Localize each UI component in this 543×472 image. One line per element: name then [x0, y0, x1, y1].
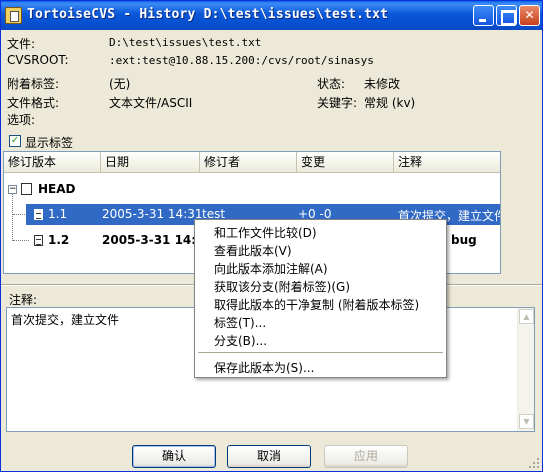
file-path-value: D:\test\issues\test.txt	[109, 36, 262, 49]
format-label: 文件格式:	[7, 96, 60, 110]
scroll-down-icon[interactable]: ▼	[519, 414, 534, 429]
status-label: 状态:	[317, 77, 346, 91]
tortoisecvs-app-icon	[5, 7, 22, 24]
cell-date: 2005-3-31 14:31	[102, 207, 203, 221]
menu-item-view-revision[interactable]: 查看此版本(V)	[214, 242, 292, 259]
format-value: 文本文件/ASCII	[109, 96, 193, 110]
maximize-icon[interactable]	[496, 5, 517, 26]
apply-button[interactable]: 应用	[324, 445, 408, 468]
cvsroot-value: :ext:test@10.88.15.200:/cvs/root/sinasys	[109, 54, 374, 67]
scroll-up-icon[interactable]: ▲	[519, 309, 534, 324]
menu-item-tag[interactable]: 标签(T)...	[214, 314, 266, 331]
ok-button[interactable]: 确认	[132, 445, 216, 468]
menu-item-compare-working[interactable]: 和工作文件比较(D)	[214, 224, 317, 241]
close-icon[interactable]: ✕	[519, 5, 540, 26]
menu-item-save-as[interactable]: 保存此版本为(S)...	[214, 359, 314, 376]
menu-item-annotate[interactable]: 向此版本添加注解(A)	[214, 260, 328, 277]
menu-item-get-branch[interactable]: 获取该分支(附着标签)(G)	[214, 278, 350, 295]
options-label: 选项:	[7, 113, 36, 127]
file-revision-icon	[34, 209, 43, 220]
column-author[interactable]: 修订者	[200, 152, 297, 172]
cell-comment: bug	[451, 233, 477, 247]
window-title: TortoiseCVS - History D:\test\issues\tes…	[27, 7, 389, 22]
context-menu: 和工作文件比较(D) 查看此版本(V) 向此版本添加注解(A) 获取该分支(附着…	[194, 219, 447, 378]
resize-grip-icon[interactable]	[528, 457, 540, 469]
column-revision[interactable]: 修订版本	[4, 152, 101, 172]
list-header: 修订版本 日期 修订者 变更 注释	[4, 152, 500, 173]
file-label: 文件:	[7, 37, 36, 51]
column-comment[interactable]: 注释	[394, 152, 500, 172]
comment-text: 首次提交，建立文件	[11, 313, 120, 327]
keyword-label: 关键字:	[317, 96, 358, 110]
keyword-value: 常规 (kv)	[364, 96, 416, 110]
tags-value: (无)	[109, 77, 131, 91]
status-value: 未修改	[364, 77, 401, 91]
cvsroot-label: CVSROOT:	[7, 53, 69, 67]
minimize-icon[interactable]	[473, 5, 494, 26]
show-tags-label[interactable]: 显示标签	[25, 134, 73, 151]
tree-connector	[12, 194, 13, 241]
comment-label: 注释:	[9, 293, 38, 307]
comment-scrollbar[interactable]: ▲ ▼	[517, 308, 534, 431]
column-changes[interactable]: 变更	[297, 152, 394, 172]
cancel-button[interactable]: 取消	[227, 445, 311, 468]
history-window: TortoiseCVS - History D:\test\issues\tes…	[0, 0, 543, 472]
file-revision-icon	[34, 235, 43, 246]
tags-label: 附着标签:	[7, 77, 60, 91]
branch-icon	[21, 183, 32, 195]
collapse-icon[interactable]: −	[8, 185, 17, 194]
menu-separator	[198, 352, 443, 353]
title-bar[interactable]: TortoiseCVS - History D:\test\issues\tes…	[1, 1, 542, 30]
menu-item-clean-copy[interactable]: 取得此版本的干净复制 (附着版本标签)	[214, 296, 419, 313]
show-tags-checkbox[interactable]: ✓	[9, 135, 21, 147]
menu-item-branch[interactable]: 分支(B)...	[214, 332, 267, 349]
cell-revision: 1.2	[48, 233, 70, 247]
cell-revision: 1.1	[48, 207, 68, 221]
tree-root-head[interactable]: HEAD	[38, 182, 76, 196]
column-date[interactable]: 日期	[101, 152, 200, 172]
